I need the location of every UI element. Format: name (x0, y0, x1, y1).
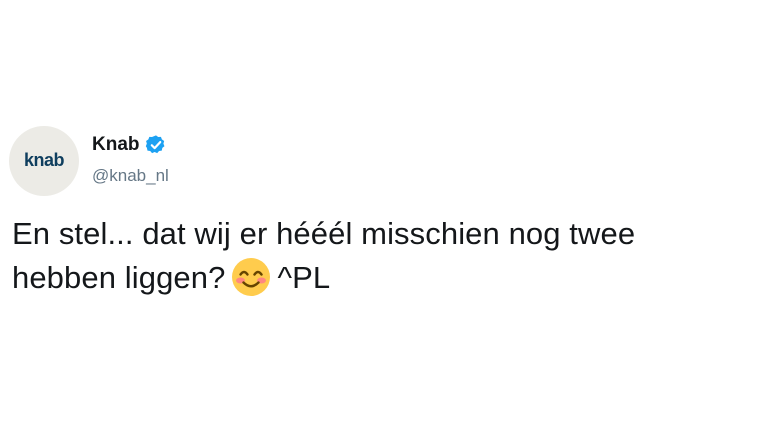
tweet-text-line-1: En stel... dat wij er hééél misschien no… (12, 216, 636, 251)
smiling-face-with-smiling-eyes-icon (231, 257, 271, 297)
tweet-text-signature: ^PL (277, 260, 331, 295)
verified-badge-icon (145, 134, 167, 156)
tweet-card: knab Knab @knab_nl En stel... dat wij er… (0, 0, 760, 428)
avatar[interactable]: knab (9, 126, 79, 196)
tweet-text-segment: hebben liggen? (12, 260, 226, 295)
author-handle[interactable]: @knab_nl (92, 166, 169, 186)
author-name-row: Knab (92, 130, 167, 160)
author-display-name[interactable]: Knab (92, 134, 140, 156)
tweet-text-line-2: hebben liggen? ^PL (12, 256, 752, 300)
tweet-text: En stel... dat wij er hééél misschien no… (12, 212, 752, 300)
knab-logo: knab (23, 149, 65, 170)
